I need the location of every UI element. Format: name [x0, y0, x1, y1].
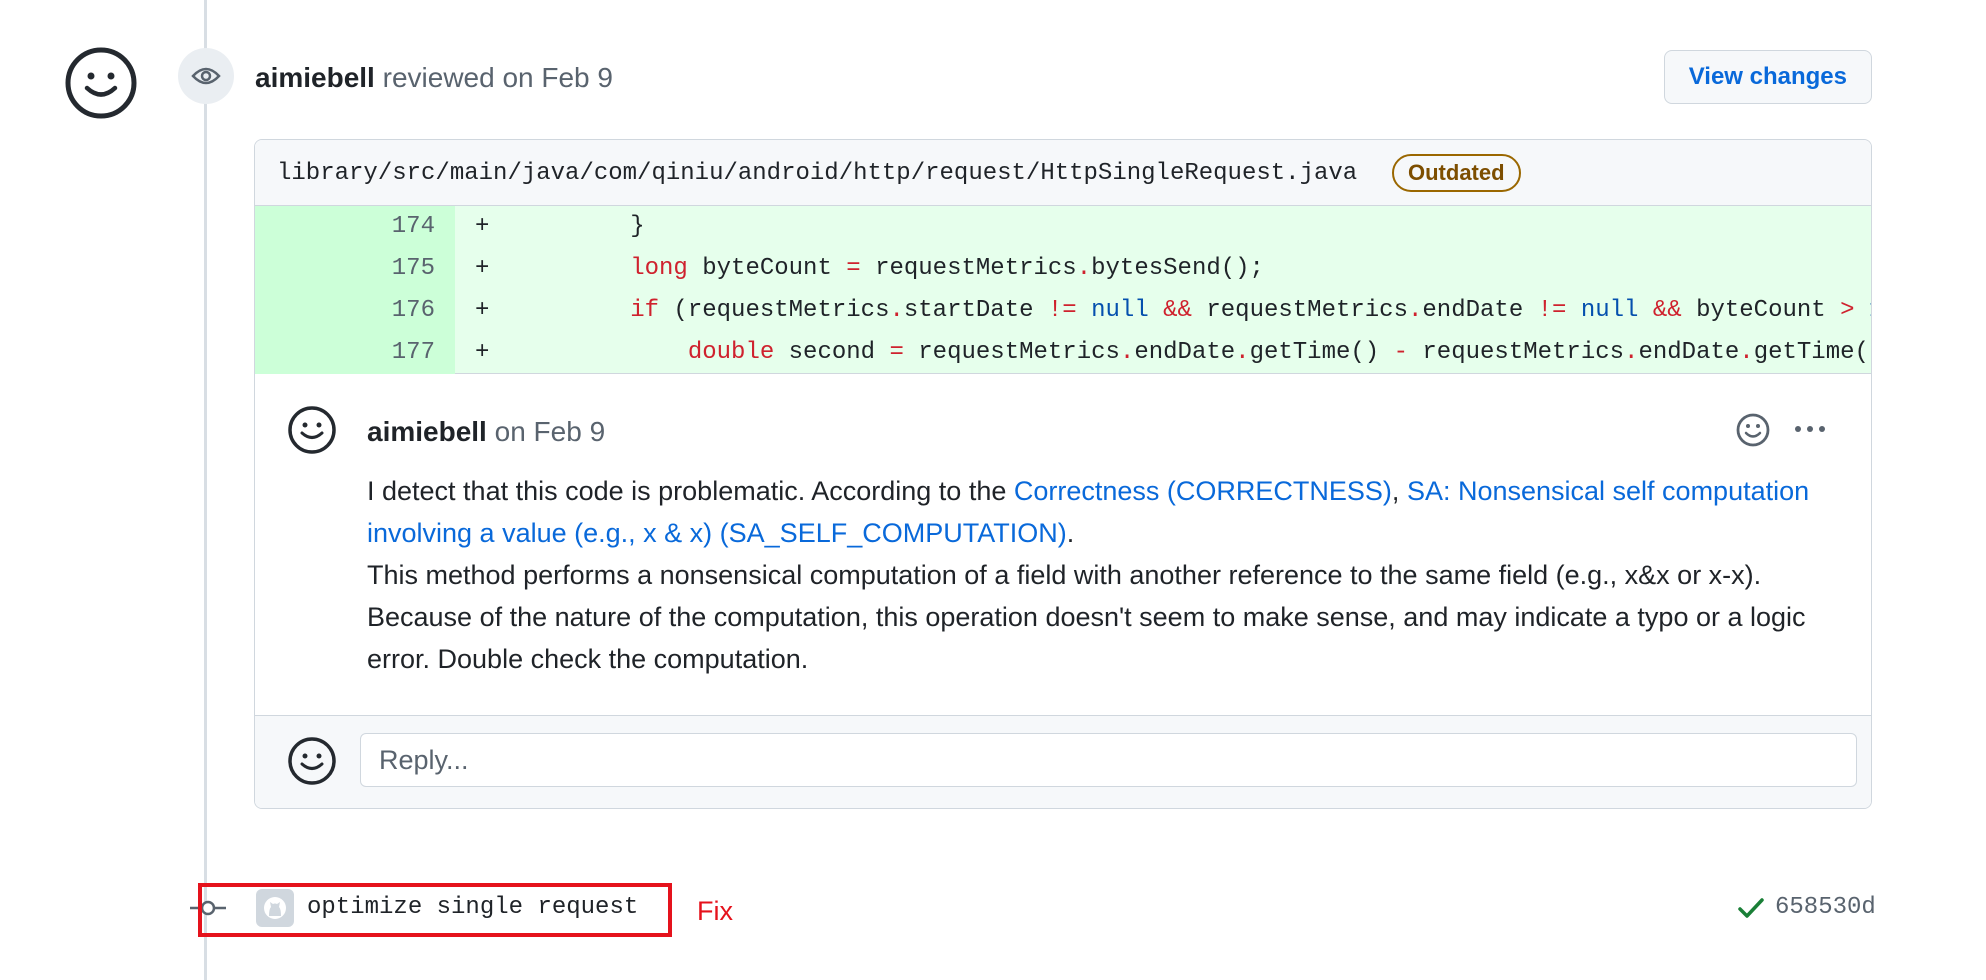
- diff-line: 176 + if (requestMetrics.startDate != nu…: [255, 290, 1871, 332]
- review-title: aimiebell reviewed on Feb 9: [255, 62, 613, 94]
- comment-separator: ,: [1391, 476, 1407, 506]
- file-path[interactable]: library/src/main/java/com/qiniu/android/…: [277, 160, 1357, 187]
- review-comment: aimiebell on Feb 9 I detect that this co…: [255, 374, 1871, 714]
- more-options-icon[interactable]: [1785, 414, 1835, 444]
- comment-author[interactable]: aimiebell: [367, 416, 487, 447]
- diff-hunk: 174 + } 175 + long byteCount = requestMe…: [255, 206, 1871, 374]
- commenter-avatar[interactable]: [287, 405, 337, 455]
- diff-line: 177 + double second = requestMetrics.end…: [255, 332, 1871, 374]
- comment-date[interactable]: on Feb 9: [495, 416, 606, 447]
- file-header: library/src/main/java/com/qiniu/android/…: [255, 140, 1871, 206]
- review-thread: library/src/main/java/com/qiniu/android/…: [254, 139, 1872, 809]
- review-author[interactable]: aimiebell: [255, 62, 375, 93]
- correctness-link[interactable]: Correctness (CORRECTNESS): [1014, 476, 1392, 506]
- annotation-highlight-box: [198, 883, 672, 937]
- diff-sign: +: [475, 213, 490, 240]
- diff-sign: +: [475, 255, 490, 282]
- line-number[interactable]: 175: [255, 248, 455, 290]
- diff-sign: +: [475, 339, 490, 366]
- timeline-line: [204, 0, 207, 980]
- outdated-badge: Outdated: [1392, 154, 1521, 192]
- current-user-avatar: [287, 736, 337, 786]
- line-number[interactable]: 174: [255, 206, 455, 248]
- comment-header: aimiebell on Feb 9: [367, 416, 605, 448]
- add-reaction-icon[interactable]: [1733, 410, 1773, 450]
- reply-input[interactable]: Reply...: [360, 733, 1857, 787]
- code-line: double second = requestMetrics.endDate.g…: [687, 339, 1872, 366]
- comment-intro: I detect that this code is problematic. …: [367, 476, 1014, 506]
- line-number[interactable]: 177: [255, 332, 455, 374]
- comment-body: I detect that this code is problematic. …: [367, 470, 1837, 680]
- review-header: aimiebell reviewed on Feb 9 View changes: [178, 48, 1872, 104]
- code-line: }: [515, 213, 645, 240]
- annotation-fix-label: Fix: [697, 896, 733, 926]
- code-line: if (requestMetrics.startDate != null && …: [630, 297, 1871, 324]
- reviewer-avatar[interactable]: [64, 46, 138, 120]
- eye-icon: [178, 48, 234, 104]
- diff-line: 174 + }: [255, 206, 1871, 248]
- view-changes-button[interactable]: View changes: [1663, 50, 1872, 104]
- diff-line: 175 + long byteCount = requestMetrics.by…: [255, 248, 1871, 290]
- comment-period: .: [1066, 518, 1075, 548]
- code-line: long byteCount = requestMetrics.bytesSen…: [630, 255, 1264, 282]
- review-action: reviewed on Feb 9: [382, 62, 613, 93]
- check-icon[interactable]: [1737, 894, 1765, 922]
- commit-sha[interactable]: 658530d: [1775, 894, 1876, 921]
- diff-sign: +: [475, 297, 490, 324]
- comment-description: This method performs a nonsensical compu…: [367, 560, 1806, 674]
- reply-bar: Reply...: [255, 715, 1871, 808]
- commit-row: optimize single request Fix 658530d: [0, 880, 1986, 937]
- line-number[interactable]: 176: [255, 290, 455, 332]
